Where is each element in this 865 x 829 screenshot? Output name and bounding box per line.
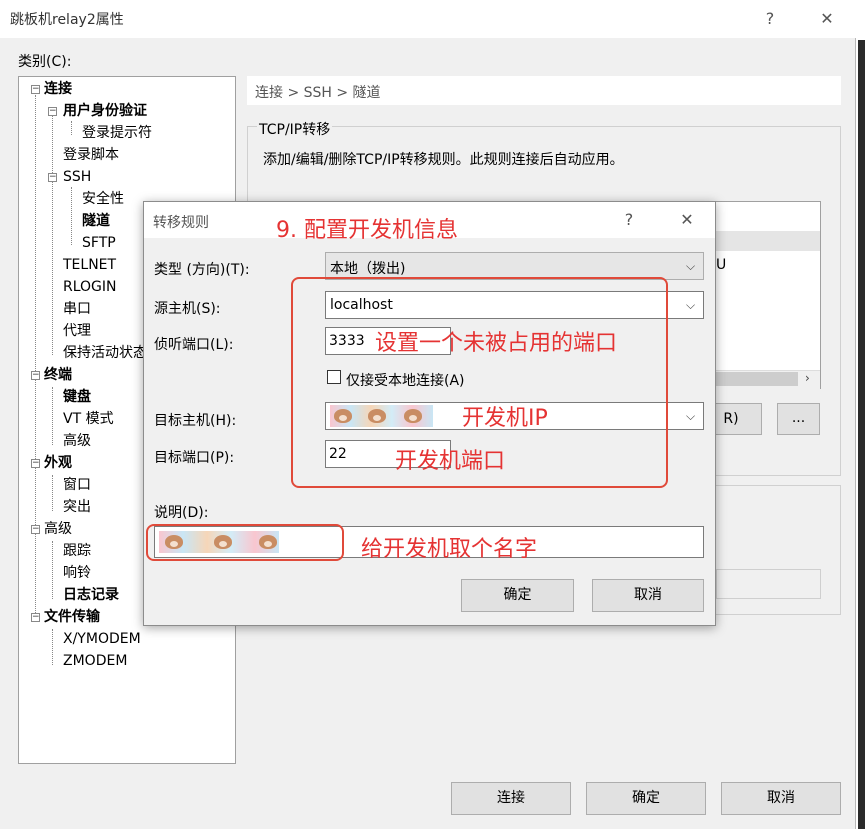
scrollbar-thumb[interactable] xyxy=(716,372,798,386)
breadcrumb: 连接 > SSH > 隧道 xyxy=(255,85,381,101)
more-button[interactable]: ... xyxy=(777,403,820,435)
dialog-title: 转移规则 xyxy=(153,215,209,231)
collapse-icon[interactable]: − xyxy=(31,459,40,468)
tree-item-rlogin[interactable]: RLOGIN xyxy=(63,277,117,297)
background-window-edge xyxy=(856,0,865,829)
type-label: 类型 (方向)(T): xyxy=(154,262,250,278)
tree-item-logging[interactable]: 日志记录 xyxy=(63,585,119,605)
connect-button[interactable]: 连接 xyxy=(451,782,571,815)
chevron-down-icon: ⌵ xyxy=(686,259,696,273)
source-host-label: 源主机(S): xyxy=(154,301,221,317)
collapse-icon[interactable]: − xyxy=(31,371,40,380)
target-host-label: 目标主机(H): xyxy=(154,413,237,429)
tree-item-highlight[interactable]: 突出 xyxy=(63,497,91,517)
collapse-icon[interactable]: − xyxy=(48,173,57,182)
cancel-button[interactable]: 取消 xyxy=(721,782,841,815)
tree-item-xymodem[interactable]: X/YMODEM xyxy=(63,629,141,649)
list-partial-text: U xyxy=(716,257,727,273)
tree-item-vt-mode[interactable]: VT 模式 xyxy=(63,409,114,429)
tree-item-terminal-advanced[interactable]: 高级 xyxy=(63,431,91,451)
tree-item-keepalive[interactable]: 保持活动状态 xyxy=(63,343,147,363)
chevron-down-icon: ⌵ xyxy=(686,298,696,312)
type-value: 本地（拨出) xyxy=(330,261,406,277)
tree-item-sftp[interactable]: SFTP xyxy=(82,233,116,253)
tree-item-keyboard[interactable]: 键盘 xyxy=(63,387,91,407)
tree-item-ssh[interactable]: SSH xyxy=(63,167,91,187)
scroll-right-icon[interactable]: › xyxy=(805,371,810,385)
annotation-port-hint: 设置一个未被占用的端口 xyxy=(375,331,618,356)
ok-button[interactable]: 确定 xyxy=(586,782,706,815)
dialog-help-icon[interactable]: ? xyxy=(616,208,642,232)
collapse-icon[interactable]: − xyxy=(31,613,40,622)
annotation-target-port-hint: 开发机端口 xyxy=(395,449,506,474)
disabled-field xyxy=(716,569,821,599)
collapse-icon[interactable]: − xyxy=(48,107,57,116)
chevron-down-icon: ⌵ xyxy=(686,409,696,423)
description-label: 说明(D): xyxy=(154,505,209,521)
close-icon[interactable]: ✕ xyxy=(814,7,840,31)
tree-item-window[interactable]: 窗口 xyxy=(63,475,91,495)
tree-item-connection[interactable]: 连接 xyxy=(44,79,72,99)
tree-item-login-script[interactable]: 登录脚本 xyxy=(63,145,119,165)
category-label: 类别(C): xyxy=(18,54,72,70)
annotation-name-hint: 给开发机取个名字 xyxy=(361,537,538,562)
tree-item-security[interactable]: 安全性 xyxy=(82,189,124,209)
dialog-ok-button[interactable]: 确定 xyxy=(461,579,574,612)
tree-item-file-transfer[interactable]: 文件传输 xyxy=(44,607,100,627)
group-title: TCP/IP转移 xyxy=(257,119,333,139)
tree-item-proxy[interactable]: 代理 xyxy=(63,321,91,341)
target-port-label: 目标端口(P): xyxy=(154,450,235,466)
annotation-name-box xyxy=(146,524,344,561)
collapse-icon[interactable]: − xyxy=(31,85,40,94)
type-select[interactable]: 本地（拨出) ⌵ xyxy=(325,252,704,280)
dialog-cancel-button[interactable]: 取消 xyxy=(592,579,704,612)
tree-item-trace[interactable]: 跟踪 xyxy=(63,541,91,561)
tree-item-tunnel[interactable]: 隧道 xyxy=(82,211,110,231)
tree-item-user-auth[interactable]: 用户身份验证 xyxy=(63,101,147,121)
dialog-close-icon[interactable]: ✕ xyxy=(674,208,700,232)
tree-item-serial[interactable]: 串口 xyxy=(63,299,91,319)
list-row-selected[interactable] xyxy=(716,231,820,251)
tree-item-advanced[interactable]: 高级 xyxy=(44,519,72,539)
tree-item-login-prompt[interactable]: 登录提示符 xyxy=(82,123,152,143)
annotation-host-hint: 开发机IP xyxy=(462,406,548,431)
collapse-icon[interactable]: − xyxy=(31,525,40,534)
group-description: 添加/编辑/删除TCP/IP转移规则。此规则连接后自动应用。 xyxy=(263,152,624,168)
tree-item-telnet[interactable]: TELNET xyxy=(63,255,116,275)
tree-item-terminal[interactable]: 终端 xyxy=(44,365,72,385)
window-title: 跳板机relay2属性 xyxy=(10,12,124,28)
tree-item-appearance[interactable]: 外观 xyxy=(44,453,72,473)
tree-item-bell[interactable]: 响铃 xyxy=(63,563,91,583)
main-titlebar xyxy=(0,0,856,38)
listen-port-label: 侦听端口(L): xyxy=(154,337,234,353)
annotation-step-title: 9. 配置开发机信息 xyxy=(276,218,458,243)
help-icon[interactable]: ? xyxy=(757,7,783,31)
tree-item-zmodem[interactable]: ZMODEM xyxy=(63,651,127,671)
rules-list[interactable] xyxy=(700,201,821,389)
